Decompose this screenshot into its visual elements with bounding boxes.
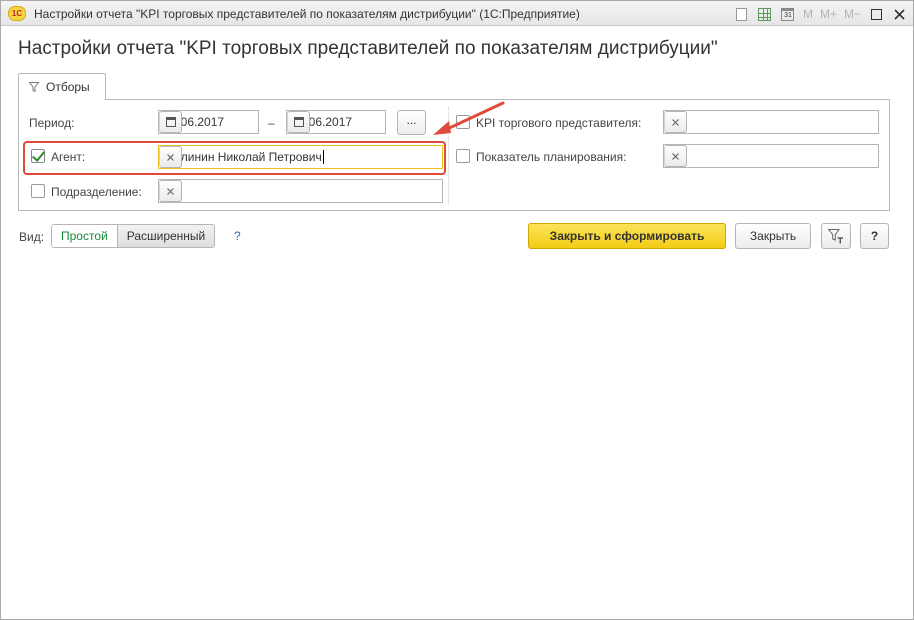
maximize-icon[interactable] xyxy=(866,5,886,23)
department-clear-button[interactable] xyxy=(159,180,182,202)
planning-indicator-label: Показатель планирования: xyxy=(476,150,627,164)
view-simple-button[interactable]: Простой xyxy=(52,225,118,247)
memory-button[interactable]: M xyxy=(801,5,815,23)
clear-icon xyxy=(167,153,174,161)
app-logo: 1С xyxy=(8,6,26,21)
memory-minus-button[interactable]: M− xyxy=(842,5,863,23)
filter-settings-icon xyxy=(828,229,843,244)
clear-icon xyxy=(167,187,174,195)
window-title: Настройки отчета "KPI торговых представи… xyxy=(34,7,580,21)
period-label: Период: xyxy=(29,116,75,130)
agent-clear-button[interactable] xyxy=(159,146,182,168)
clear-icon xyxy=(672,118,679,126)
clear-icon xyxy=(672,152,679,160)
planning-indicator-input[interactable] xyxy=(663,144,879,168)
department-label: Подразделение: xyxy=(51,185,142,199)
view-extended-button[interactable]: Расширенный xyxy=(117,225,215,247)
memory-plus-button[interactable]: M+ xyxy=(818,5,839,23)
close-and-generate-button[interactable]: Закрыть и сформировать xyxy=(528,223,726,249)
department-input[interactable] xyxy=(158,179,443,203)
annotation-arrow-icon xyxy=(433,101,505,135)
agent-checkbox[interactable] xyxy=(31,149,45,163)
help-button[interactable]: ? xyxy=(860,223,889,249)
view-help-link[interactable]: ? xyxy=(234,229,241,243)
period-select-button[interactable]: ... xyxy=(397,110,426,135)
agent-label: Агент: xyxy=(51,150,86,164)
title-bar: 1С Настройки отчета "KPI торговых предст… xyxy=(1,1,913,26)
department-checkbox[interactable] xyxy=(31,184,45,198)
tab-label: Отборы xyxy=(46,80,90,94)
planning-indicator-checkbox[interactable] xyxy=(456,149,470,163)
date-from-field[interactable]: 01.06.2017 xyxy=(158,110,259,134)
filter-settings-button[interactable] xyxy=(821,223,851,249)
planning-indicator-clear-button[interactable] xyxy=(664,145,687,167)
agent-input[interactable]: Малинин Николай Петрович xyxy=(158,145,443,169)
calendar-icon xyxy=(165,117,176,127)
date-to-calendar-button[interactable] xyxy=(287,111,310,133)
tab-filters[interactable]: Отборы xyxy=(18,73,106,100)
close-button[interactable]: Закрыть xyxy=(735,223,811,249)
view-switcher: Простой Расширенный xyxy=(51,224,216,248)
app-window: 1С Настройки отчета "KPI торговых предст… xyxy=(0,0,914,620)
kpi-rep-clear-button[interactable] xyxy=(664,111,687,133)
date-to-field[interactable]: 30.06.2017 xyxy=(286,110,386,134)
calendar-icon xyxy=(293,117,304,127)
filter-icon xyxy=(29,82,39,92)
title-bar-controls: 31 M M+ M− xyxy=(729,4,909,24)
close-icon[interactable] xyxy=(889,5,909,23)
kpi-rep-input[interactable] xyxy=(663,110,879,134)
view-label: Вид: xyxy=(19,230,45,244)
page-title: Настройки отчета "KPI торговых представи… xyxy=(18,38,718,59)
period-separator: – xyxy=(268,116,275,130)
document-icon[interactable] xyxy=(732,5,752,23)
calendar-icon[interactable]: 31 xyxy=(778,5,798,23)
spreadsheet-icon[interactable] xyxy=(755,5,775,23)
date-from-calendar-button[interactable] xyxy=(159,111,182,133)
agent-value: Малинин Николай Петрович xyxy=(164,149,324,165)
